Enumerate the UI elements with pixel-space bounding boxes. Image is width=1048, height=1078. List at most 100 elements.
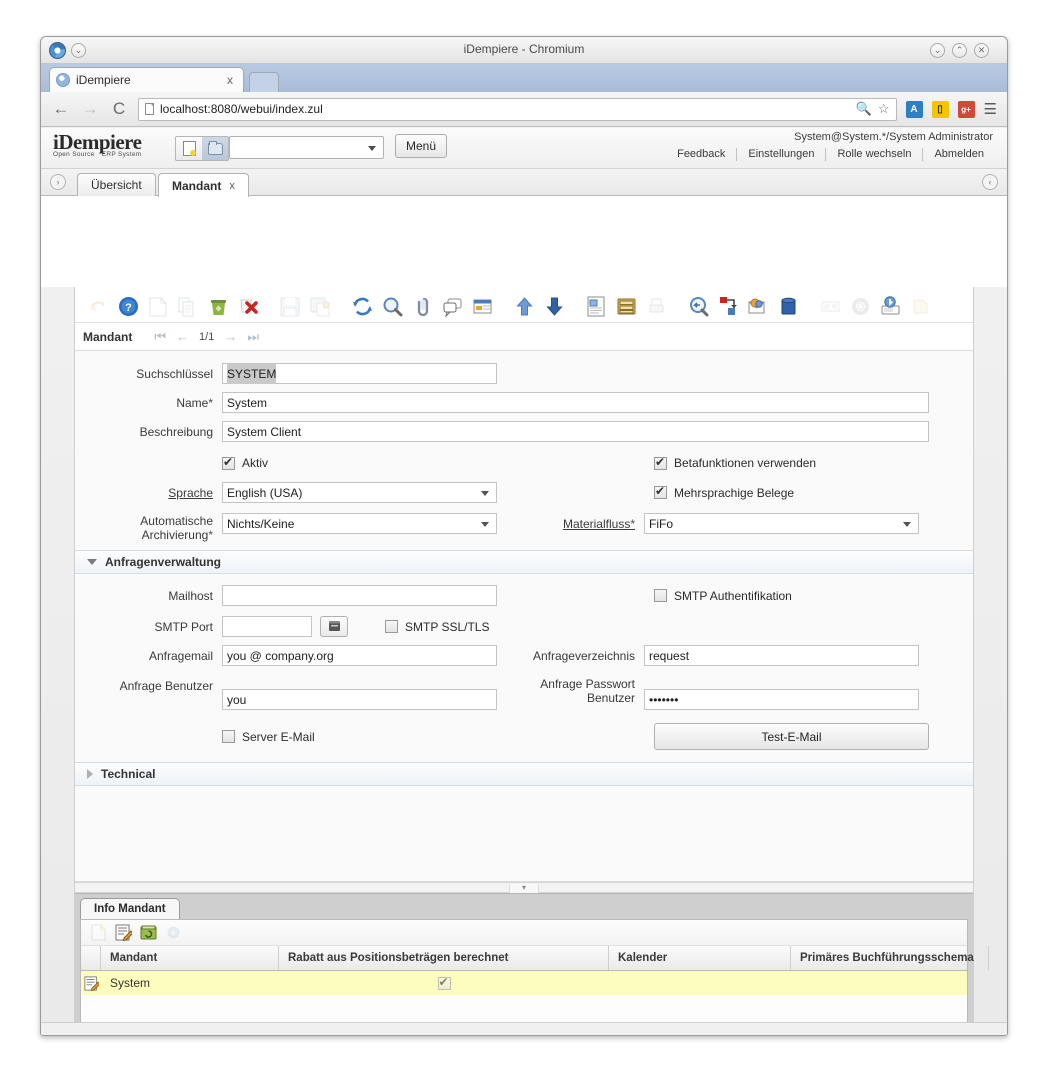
google-plus-extension-icon[interactable]: g+: [957, 100, 975, 118]
grid-header-rabatt[interactable]: Rabatt aus Positionsbeträgen berechnet: [279, 946, 609, 970]
smtp-port-button[interactable]: [320, 616, 348, 637]
grid-header-kalender[interactable]: Kalender: [609, 946, 791, 970]
section-header-anfragenverwaltung[interactable]: Anfragenverwaltung: [75, 550, 973, 574]
label-sprache[interactable]: Sprache: [75, 486, 222, 500]
report-icon[interactable]: [581, 292, 611, 322]
product-info-icon[interactable]: [773, 292, 803, 322]
beta-checkbox-wrap[interactable]: Betafunktionen verwenden: [654, 455, 816, 470]
archivierung-select[interactable]: Nichts/Keine: [222, 513, 497, 534]
mehrsprachige-checkbox-wrap[interactable]: Mehrsprachige Belege: [654, 484, 794, 500]
active-workflow-icon[interactable]: [713, 292, 743, 322]
help-icon[interactable]: ?: [113, 292, 143, 322]
new-record-icon[interactable]: [87, 922, 109, 944]
grid-header-mandant[interactable]: Mandant: [101, 946, 279, 970]
refresh-icon[interactable]: [347, 292, 377, 322]
new-document-button[interactable]: [176, 137, 202, 160]
panel-splitter[interactable]: ▾: [75, 882, 973, 893]
save-icon[interactable]: [275, 292, 305, 322]
beschreibung-input[interactable]: System Client: [222, 421, 929, 442]
first-record-icon[interactable]: ⏮: [154, 329, 166, 345]
left-sidebar-toggle[interactable]: ›: [50, 174, 66, 190]
back-button[interactable]: ←: [51, 99, 71, 119]
aktiv-checkbox-wrap[interactable]: Aktiv: [222, 455, 497, 470]
link-abmelden[interactable]: Abmelden: [923, 148, 995, 161]
preference-icon[interactable]: [845, 292, 875, 322]
hamburger-menu-icon[interactable]: ☰: [984, 100, 997, 118]
tab-close-icon[interactable]: x: [223, 73, 237, 87]
server-email-checkbox[interactable]: [222, 730, 235, 743]
forward-button[interactable]: →: [80, 99, 100, 119]
refresh-record-icon[interactable]: [137, 922, 159, 944]
tab-mandant-close-icon[interactable]: x: [229, 180, 235, 192]
chat-icon[interactable]: [437, 292, 467, 322]
materialfluss-select[interactable]: FiFo: [644, 513, 919, 534]
find-icon[interactable]: [377, 292, 407, 322]
settings-icon[interactable]: [162, 922, 184, 944]
csv-import-icon[interactable]: [815, 292, 845, 322]
anfrage-benutzer-input[interactable]: you: [222, 689, 497, 710]
print-icon[interactable]: [641, 292, 671, 322]
link-rolle-wechseln[interactable]: Rolle wechseln: [826, 148, 922, 161]
mobile-extension-icon[interactable]: ▯: [931, 100, 949, 118]
parent-record-icon[interactable]: [509, 292, 539, 322]
betafunktionen-checkbox[interactable]: [654, 455, 667, 470]
archive-icon[interactable]: [611, 292, 641, 322]
delete-icon[interactable]: [203, 292, 233, 322]
smtp-ssl-checkbox-wrap[interactable]: SMTP SSL/TLS: [385, 620, 489, 634]
zoom-across-icon[interactable]: [683, 292, 713, 322]
last-record-icon[interactable]: ⏭: [247, 329, 259, 345]
translate-extension-icon[interactable]: A: [905, 100, 923, 118]
tab-uebersicht[interactable]: Übersicht: [77, 173, 156, 196]
smtp-ssl-checkbox[interactable]: [385, 620, 398, 633]
edit-record-icon[interactable]: [112, 922, 134, 944]
smtp-auth-checkbox-wrap[interactable]: SMTP Authentifikation: [654, 589, 792, 603]
previous-record-icon[interactable]: ←: [176, 329, 189, 344]
table-row[interactable]: System: [81, 971, 967, 995]
new-tab-button[interactable]: [249, 72, 279, 92]
window-maximize-button[interactable]: ⌃: [952, 43, 967, 58]
label-materialfluss[interactable]: Materialfluss*: [507, 510, 644, 531]
window-close-button[interactable]: ✕: [974, 43, 989, 58]
anfrage-passwort-input[interactable]: •••••••: [644, 689, 919, 710]
row-edit-icon[interactable]: [81, 971, 101, 995]
zoom-icon[interactable]: 🔍: [856, 101, 872, 117]
right-sidebar-toggle[interactable]: ‹: [982, 174, 998, 190]
window-minimize-button[interactable]: ⌄: [930, 43, 945, 58]
export-icon[interactable]: [875, 292, 905, 322]
undo-icon[interactable]: [83, 292, 113, 322]
mailhost-input[interactable]: [222, 585, 497, 606]
aktiv-checkbox[interactable]: [222, 455, 235, 470]
server-email-checkbox-wrap[interactable]: Server E-Mail: [222, 730, 497, 744]
section-header-technical[interactable]: Technical: [75, 762, 973, 786]
browser-tab-idempiere[interactable]: iDempiere x: [49, 67, 244, 92]
smtp-port-input[interactable]: [222, 616, 312, 637]
grid-toggle-icon[interactable]: [467, 292, 497, 322]
test-email-button[interactable]: Test-E-Mail: [654, 723, 929, 750]
delete-selection-icon[interactable]: [233, 292, 263, 322]
request-icon[interactable]: [743, 292, 773, 322]
attachment-icon[interactable]: [407, 292, 437, 322]
bookmark-star-icon[interactable]: ☆: [878, 101, 890, 117]
tab-mandant[interactable]: Mandant x: [158, 173, 249, 197]
splitter-handle[interactable]: ▾: [509, 884, 539, 893]
global-search-select[interactable]: [229, 136, 384, 159]
exit-icon[interactable]: [905, 292, 935, 322]
copy-record-icon[interactable]: [173, 292, 203, 322]
menu-button[interactable]: Menü: [395, 134, 448, 158]
address-bar[interactable]: localhost:8080/webui/index.zul 🔍 ☆: [138, 97, 897, 121]
link-einstellungen[interactable]: Einstellungen: [737, 148, 825, 161]
mehrsprachige-checkbox[interactable]: [654, 484, 667, 499]
info-tab-mandant[interactable]: Info Mandant: [80, 898, 180, 919]
anfrageverzeichnis-input[interactable]: request: [644, 645, 919, 666]
detail-record-icon[interactable]: [539, 292, 569, 322]
name-input[interactable]: System: [222, 392, 929, 413]
open-folder-button[interactable]: [202, 137, 228, 160]
grid-header-buchfuehrung[interactable]: Primäres Buchführungsschema: [791, 946, 989, 970]
anfragemail-input[interactable]: you @ company.org: [222, 645, 497, 666]
smtp-auth-checkbox[interactable]: [654, 589, 667, 602]
save-create-new-icon[interactable]: [305, 292, 335, 322]
reload-button[interactable]: C: [109, 99, 129, 119]
sprache-select[interactable]: English (USA): [222, 482, 497, 503]
link-feedback[interactable]: Feedback: [666, 148, 736, 161]
new-record-icon[interactable]: [143, 292, 173, 322]
